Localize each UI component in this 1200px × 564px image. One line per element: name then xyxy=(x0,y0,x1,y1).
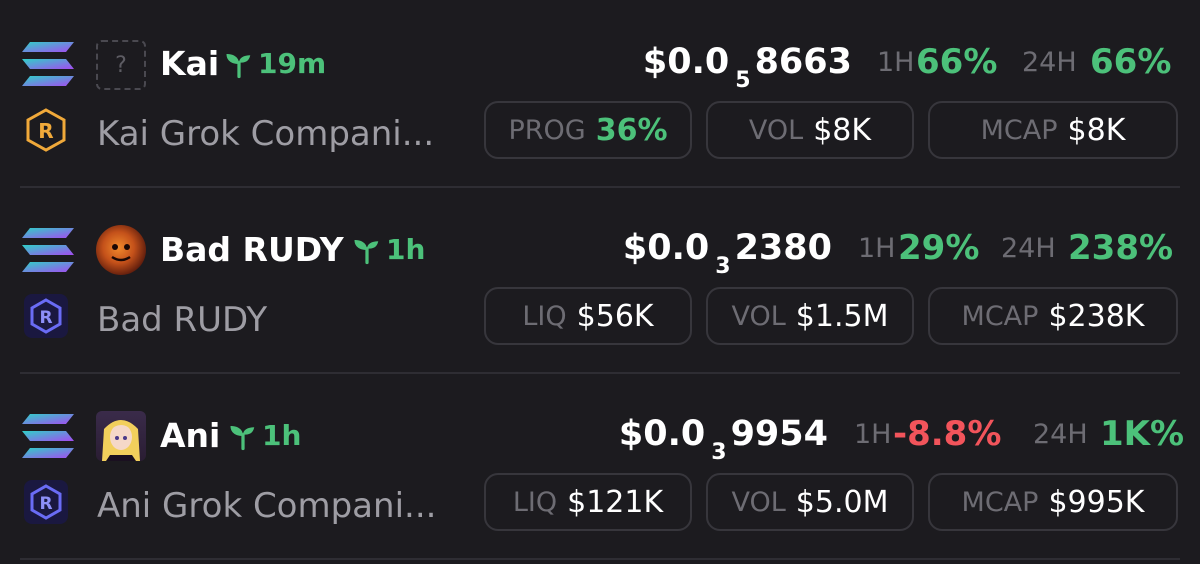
raydium-icon: R xyxy=(24,294,68,338)
stat-value: $238K xyxy=(1048,298,1145,334)
token-full-name: Kai Grok Compani... xyxy=(97,114,435,154)
price-prefix: $0.0 xyxy=(642,42,730,82)
stat-mcap: MCAP $238K xyxy=(928,287,1178,345)
stat-value: $8K xyxy=(1067,112,1126,148)
stat-liq: LIQ $121K xyxy=(484,473,692,531)
stat-value: $8K xyxy=(813,112,872,148)
change-24h: 66% xyxy=(1090,42,1172,82)
token-price: $0.0 3 2380 xyxy=(622,226,832,279)
stat-label: PROG xyxy=(508,114,586,146)
price-digits: 9954 xyxy=(730,414,828,454)
stat-label: VOL xyxy=(731,486,786,518)
stat-vol: VOL $5.0M xyxy=(706,473,914,531)
token-name: Kai xyxy=(160,44,220,83)
stat-value: $121K xyxy=(567,484,664,520)
token-row[interactable]: ? Kai 19m $0.0 5 8663 1H 66% 24H 66% R Kai… xyxy=(0,0,1200,186)
price-digits: 2380 xyxy=(734,228,832,268)
stat-value: $5.0M xyxy=(795,484,889,520)
stat-value: $56K xyxy=(576,298,654,334)
price-prefix: $0.0 xyxy=(618,414,706,454)
token-age: 19m xyxy=(224,44,326,84)
token-name: Bad RUDY xyxy=(160,230,344,269)
token-avatar xyxy=(96,225,146,275)
raydium-icon: R xyxy=(24,480,68,524)
change-1h: 66% xyxy=(916,42,998,82)
svg-text:R: R xyxy=(38,119,53,143)
timeframe-24h-label: 24H xyxy=(1001,233,1056,264)
stat-vol: VOL $1.5M xyxy=(706,287,914,345)
stat-label: VOL xyxy=(731,300,786,332)
solana-icon xyxy=(22,414,74,458)
stat-mcap: MCAP $995K xyxy=(928,473,1178,531)
solana-icon xyxy=(22,42,74,86)
stat-label: MCAP xyxy=(961,486,1039,518)
token-row[interactable]: Ani 1h $0.0 3 9954 1H -8.8% 24H 1K% R Ani … xyxy=(0,374,1200,560)
row-divider xyxy=(20,558,1180,560)
change-1h: -8.8% xyxy=(893,414,1002,454)
token-age: 1h xyxy=(352,230,425,270)
stat-vol: VOL $8K xyxy=(706,101,914,159)
stat-label: VOL xyxy=(748,114,804,146)
raydium-launchpad-icon: R xyxy=(26,108,66,152)
sprout-icon xyxy=(354,240,379,265)
token-age-label: 19m xyxy=(258,47,327,80)
token-price: $0.0 3 9954 xyxy=(618,412,828,465)
price-zero-count: 3 xyxy=(715,254,731,279)
token-row[interactable]: Bad RUDY 1h $0.0 3 2380 1H 29% 24H 238% R … xyxy=(0,188,1200,374)
timeframe-24h-label: 24H xyxy=(1022,47,1077,78)
change-24h: 1K% xyxy=(1100,414,1185,454)
stat-liq: LIQ $56K xyxy=(484,287,692,345)
stat-mcap: MCAP $8K xyxy=(928,101,1178,159)
timeframe-1h-label: 1H xyxy=(858,233,896,264)
stat-label: MCAP xyxy=(980,114,1058,146)
price-zero-count: 5 xyxy=(735,68,751,93)
stat-label: MCAP xyxy=(961,300,1039,332)
token-age-label: 1h xyxy=(386,233,426,266)
price-digits: 8663 xyxy=(754,42,852,82)
stat-prog: PROG 36% xyxy=(484,101,692,159)
svg-text:R: R xyxy=(39,308,52,328)
stat-value: $995K xyxy=(1048,484,1145,520)
timeframe-1h-label: 1H xyxy=(854,419,892,450)
token-age: 1h xyxy=(228,416,301,456)
solana-icon xyxy=(22,228,74,272)
token-age-label: 1h xyxy=(262,419,302,452)
price-zero-count: 3 xyxy=(711,440,727,465)
stat-value: $1.5M xyxy=(795,298,889,334)
stat-label: LIQ xyxy=(512,486,558,518)
avatar-placeholder: ? xyxy=(96,40,146,90)
token-full-name: Ani Grok Compani... xyxy=(97,486,437,526)
token-avatar xyxy=(96,411,146,461)
sprout-icon xyxy=(230,426,255,451)
stat-value: 36% xyxy=(595,112,668,148)
svg-text:R: R xyxy=(39,494,52,514)
sprout-icon xyxy=(226,54,251,79)
token-full-name: Bad RUDY xyxy=(97,300,268,340)
timeframe-24h-label: 24H xyxy=(1033,419,1088,450)
price-prefix: $0.0 xyxy=(622,228,710,268)
change-24h: 238% xyxy=(1068,228,1174,268)
change-1h: 29% xyxy=(898,228,980,268)
timeframe-1h-label: 1H xyxy=(877,47,915,78)
stat-label: LIQ xyxy=(522,300,567,332)
token-price: $0.0 5 8663 xyxy=(642,40,852,93)
token-name: Ani xyxy=(160,416,221,455)
